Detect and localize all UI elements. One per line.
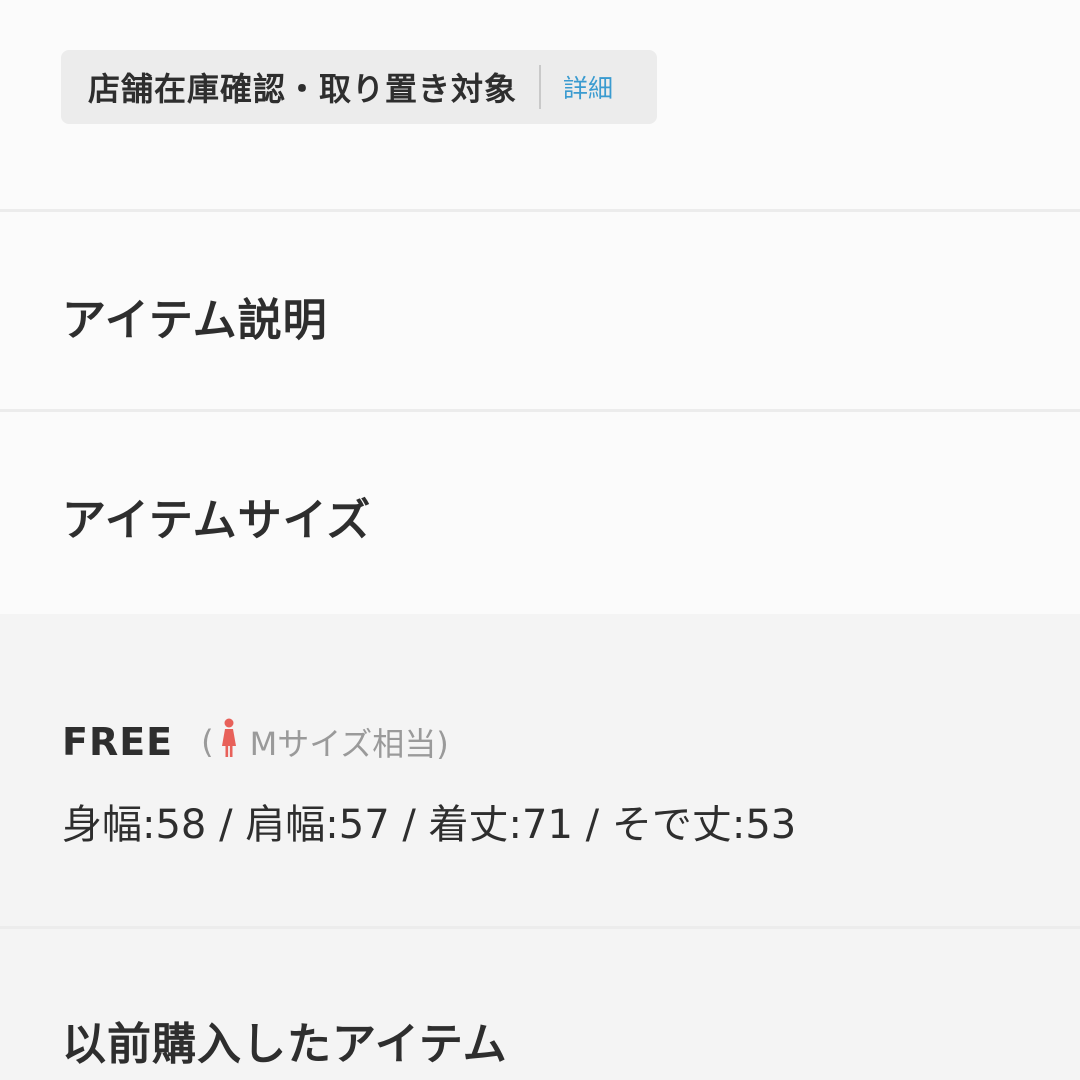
item-description-heading[interactable]: アイテム説明 — [62, 284, 328, 348]
paren-open: ( — [201, 723, 214, 761]
size-equivalent-text: Mサイズ相当) — [249, 725, 449, 763]
measurements-text: 身幅:58 / 肩幅:57 / 着丈:71 / そで丈:53 — [62, 802, 797, 848]
divider — [0, 209, 1080, 212]
detail-link[interactable]: 詳細 — [563, 69, 613, 105]
store-stock-label: 店舗在庫確認・取り置き対象 — [88, 70, 518, 108]
item-size-heading[interactable]: アイテムサイズ — [62, 484, 371, 548]
size-name: FREE — [62, 720, 174, 764]
badge-divider — [539, 65, 542, 109]
purchased-items-heading[interactable]: 以前購入したアイテム — [62, 1008, 508, 1072]
size-equivalent: ( Mサイズ相当) — [201, 718, 449, 766]
divider — [0, 409, 1080, 412]
size-row: FREE ( Mサイズ相当) — [62, 718, 449, 766]
woman-figure-icon — [220, 718, 238, 766]
item-detail-page: 店舗在庫確認・取り置き対象 詳細 アイテム説明 アイテムサイズ FREE ( M… — [0, 0, 1080, 1080]
divider — [0, 926, 1080, 929]
stock-section: 店舗在庫確認・取り置き対象 詳細 — [0, 0, 1080, 209]
store-stock-badge: 店舗在庫確認・取り置き対象 詳細 — [61, 50, 657, 124]
